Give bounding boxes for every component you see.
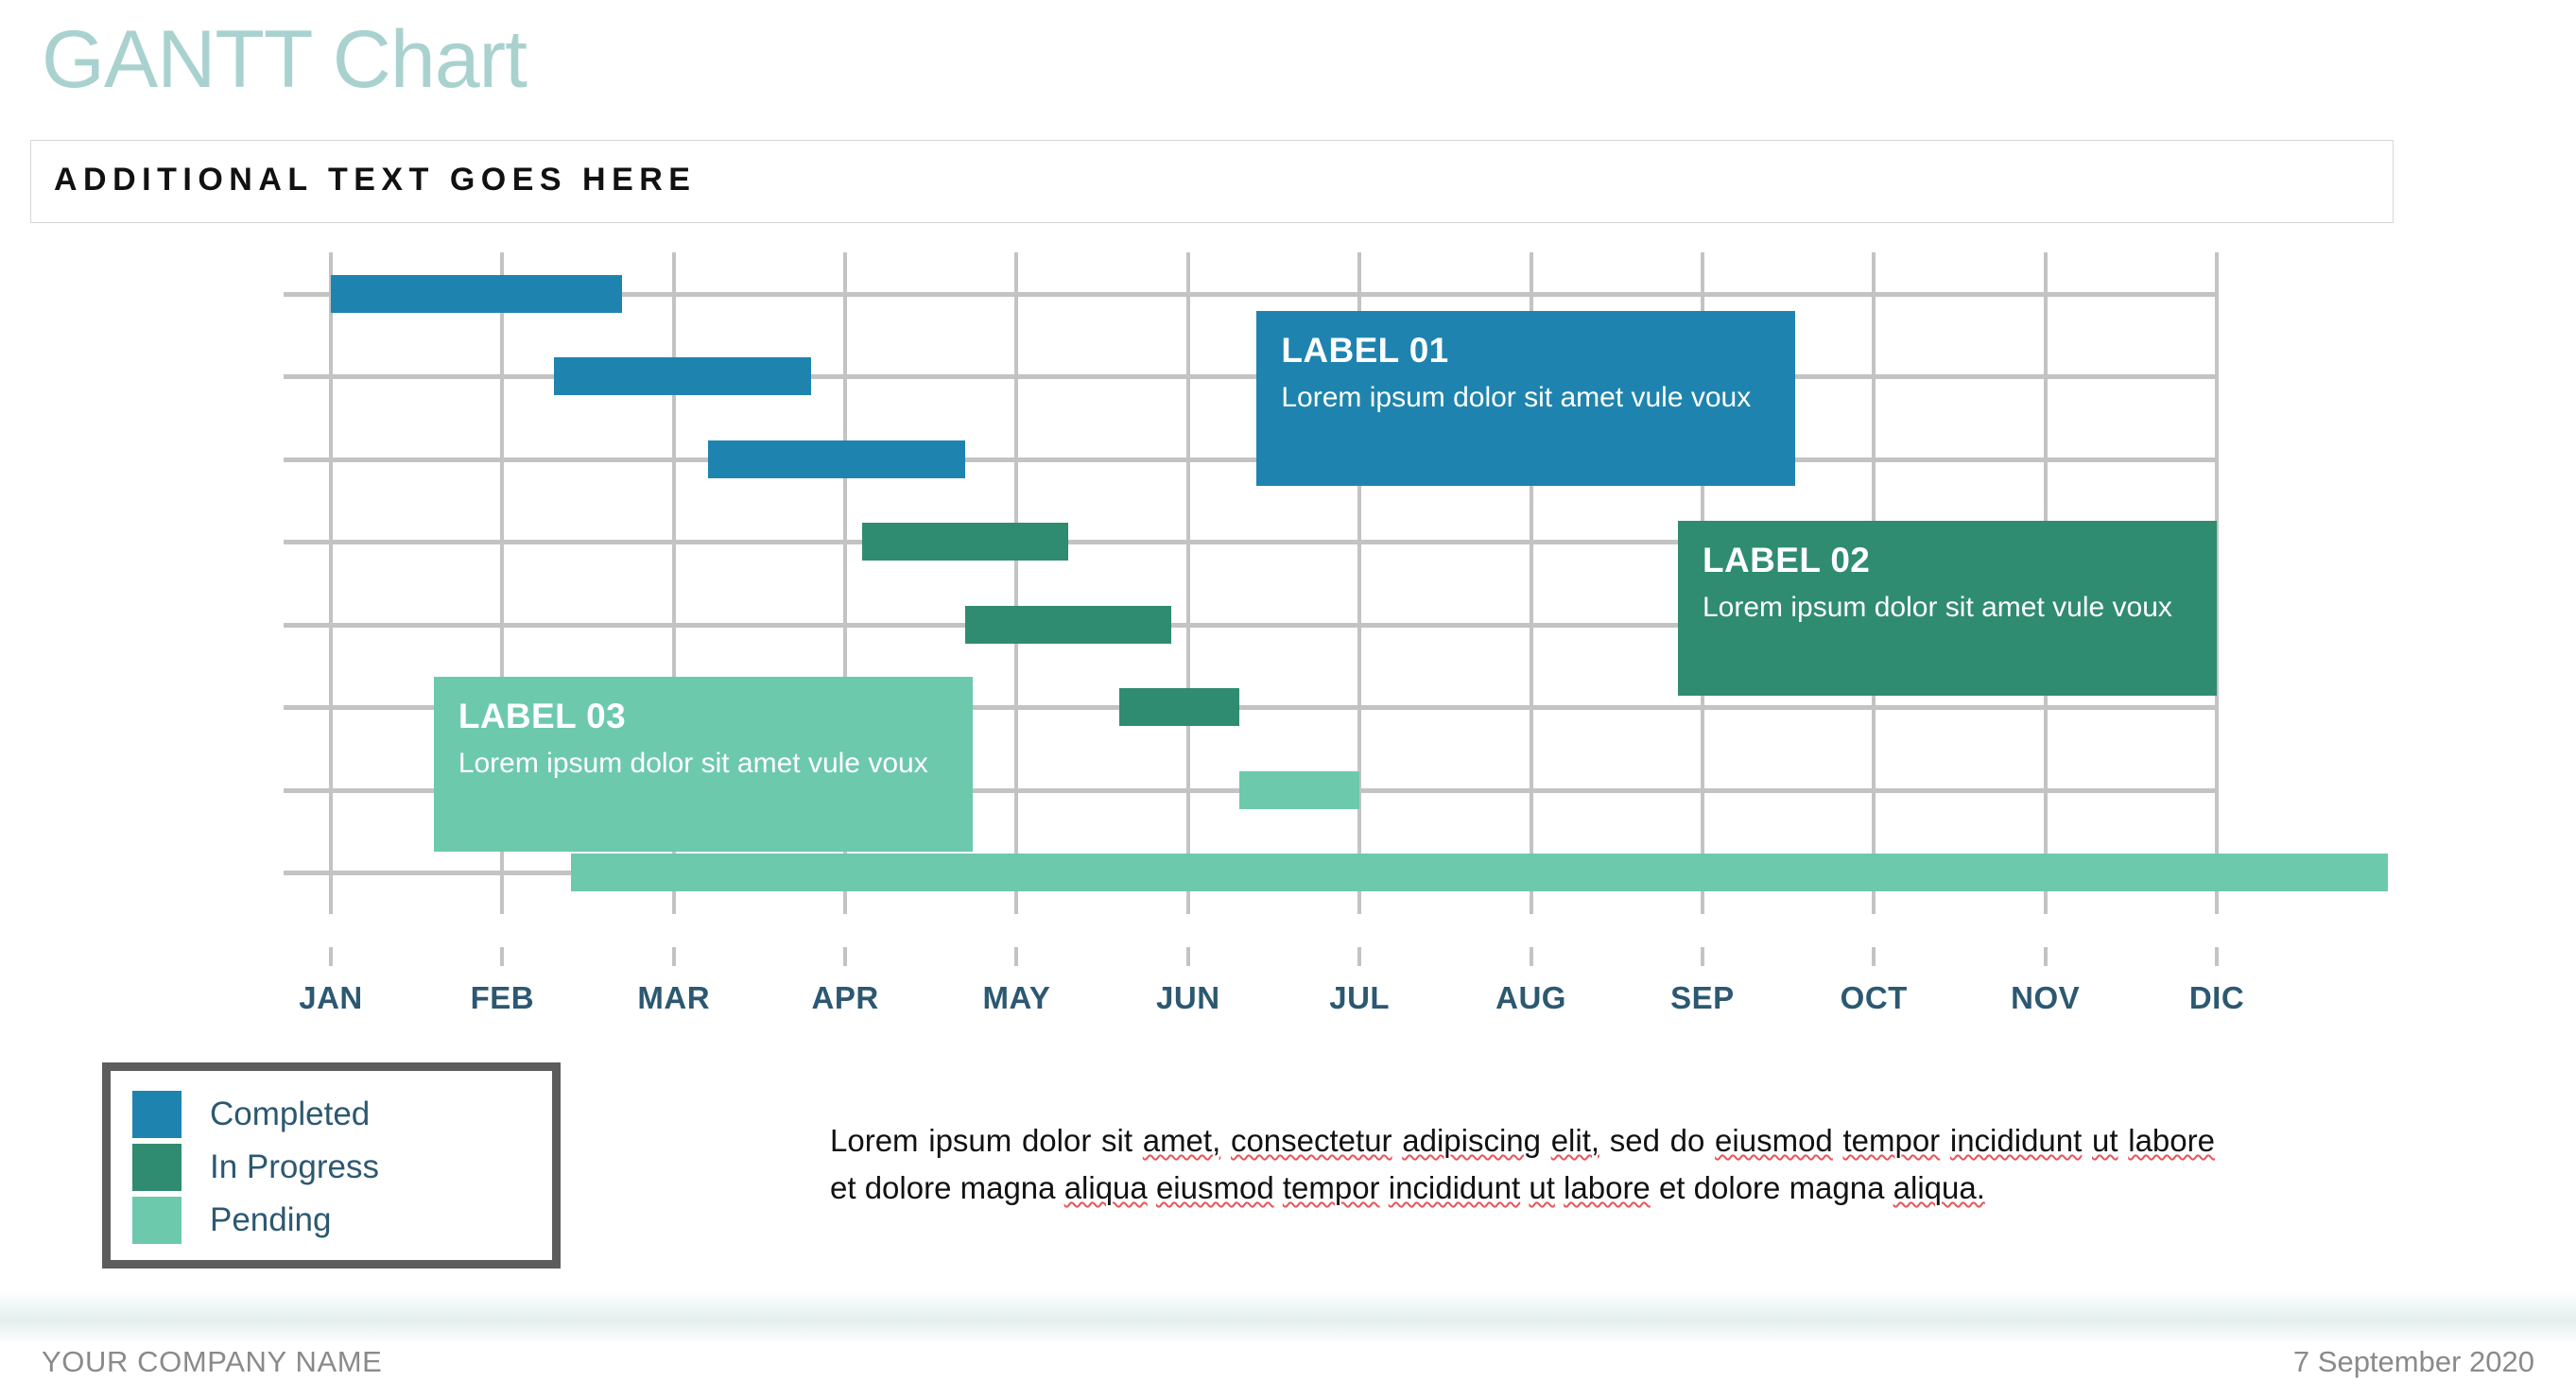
vertical-gridline xyxy=(1185,252,1190,914)
month-label-jan: JAN xyxy=(299,980,363,1015)
paragraph-word: tempor xyxy=(1842,1123,1941,1158)
paragraph-word: do xyxy=(1669,1123,1705,1158)
legend-swatch-icon xyxy=(132,1144,182,1191)
month-label-may: MAY xyxy=(982,980,1051,1015)
paragraph-word: et xyxy=(1658,1170,1686,1205)
paragraph-word: ut xyxy=(2092,1123,2118,1158)
paragraph-word: magna xyxy=(1789,1170,1885,1205)
month-tick xyxy=(1529,947,1533,966)
paragraph-word: aliqua. xyxy=(1893,1170,1985,1205)
month-tick xyxy=(329,947,333,966)
legend-item-pending[interactable]: Pending xyxy=(132,1194,331,1247)
month-label-feb: FEB xyxy=(470,980,535,1015)
legend-swatch-icon xyxy=(132,1197,182,1244)
legend-swatch-icon xyxy=(132,1091,182,1138)
month-tick xyxy=(671,947,676,966)
legend-label: Pending xyxy=(210,1201,332,1238)
paragraph-word: amet, xyxy=(1142,1123,1221,1158)
paragraph-word: magna xyxy=(960,1170,1056,1205)
callout-body: Lorem ipsum dolor sit amet vule voux xyxy=(1703,592,2172,624)
body-paragraph: Lorem ipsum dolor sit amet, consectetur … xyxy=(830,1117,2215,1212)
paragraph-word: tempor xyxy=(1282,1170,1380,1205)
month-label-apr: APR xyxy=(811,980,879,1015)
paragraph-word: dolor xyxy=(1021,1123,1092,1158)
gantt-bar-task-7[interactable] xyxy=(1239,770,1360,809)
paragraph-word: consectetur xyxy=(1230,1123,1392,1158)
legend-label: In Progress xyxy=(210,1148,379,1185)
paragraph-word: ipsum xyxy=(928,1123,1012,1158)
month-label-jun: JUN xyxy=(1156,980,1220,1015)
month-label-dic: DIC xyxy=(2188,980,2245,1015)
month-label-nov: NOV xyxy=(2011,980,2081,1015)
callout-title: LABEL 01 xyxy=(1281,330,1449,370)
gantt-bar-task-4[interactable] xyxy=(862,523,1068,561)
horizontal-gridline xyxy=(284,457,2217,462)
gantt-bar-task-3[interactable] xyxy=(708,440,966,478)
callout-body: Lorem ipsum dolor sit amet vule voux xyxy=(458,748,928,780)
legend-item-in-progress[interactable]: In Progress xyxy=(132,1141,379,1194)
month-label-aug: AUG xyxy=(1495,980,1566,1015)
paragraph-word: sit xyxy=(1101,1123,1133,1158)
paragraph-word: aliqua xyxy=(1063,1170,1148,1205)
callout-label-01[interactable]: LABEL 01 Lorem ipsum dolor sit amet vule … xyxy=(1256,310,1796,486)
gantt-chart: Task 1Task 2Task 3Task 4Task 5Task 6Task… xyxy=(0,241,2576,959)
paragraph-word: ut xyxy=(1529,1170,1555,1205)
paragraph-word: sed xyxy=(1609,1123,1660,1158)
callout-body: Lorem ipsum dolor sit amet vule voux xyxy=(1281,381,1752,413)
additional-text-label: ADDITIONAL TEXT GOES HERE xyxy=(54,162,697,198)
gantt-bar-task-6[interactable] xyxy=(1119,688,1240,727)
paragraph-word: incididunt xyxy=(1949,1123,2083,1158)
paragraph-word: et xyxy=(830,1170,856,1205)
page-title: GANTT Chart xyxy=(42,14,527,105)
callout-label-02[interactable]: LABEL 02 Lorem ipsum dolor sit amet vule … xyxy=(1678,521,2217,697)
gantt-plot-area: Task 1Task 2Task 3Task 4Task 5Task 6Task… xyxy=(284,252,2389,914)
month-tick xyxy=(1185,947,1190,966)
month-label-jul: JUL xyxy=(1329,980,1391,1015)
gantt-bar-task-8[interactable] xyxy=(570,854,2389,892)
paragraph-word: incididunt xyxy=(1388,1170,1521,1205)
footer-gradient-band xyxy=(0,1291,2576,1344)
legend-label: Completed xyxy=(210,1096,371,1132)
paragraph-word: Lorem xyxy=(830,1123,919,1158)
gantt-bar-task-2[interactable] xyxy=(553,357,811,396)
paragraph-word: elit, xyxy=(1550,1123,1600,1158)
paragraph-word: dolore xyxy=(1693,1170,1781,1205)
footer-date: 7 September 2020 xyxy=(2292,1345,2534,1378)
month-tick xyxy=(1014,947,1019,966)
callout-label-03[interactable]: LABEL 03 Lorem ipsum dolor sit amet vule … xyxy=(433,677,973,853)
gantt-bar-task-1[interactable] xyxy=(331,274,623,313)
month-tick xyxy=(1700,947,1704,966)
vertical-gridline xyxy=(1014,252,1019,914)
month-tick xyxy=(1357,947,1362,966)
month-label-mar: MAR xyxy=(637,980,711,1015)
paragraph-word: dolore xyxy=(864,1170,952,1205)
footer-company-name: YOUR COMPANY NAME xyxy=(42,1345,383,1378)
month-tick xyxy=(2043,947,2048,966)
month-tick xyxy=(2215,947,2219,966)
month-tick xyxy=(843,947,848,966)
vertical-gridline xyxy=(329,252,333,914)
chart-legend: Completed In Progress Pending xyxy=(102,1062,561,1269)
month-label-oct: OCT xyxy=(1840,980,1908,1015)
month-axis: JAN FEB MAR APR MAY JUN JUL AUG SEP OCT NOV DIC xyxy=(299,947,2244,1021)
additional-text-box[interactable]: ADDITIONAL TEXT GOES HERE xyxy=(30,140,2394,223)
paragraph-word: adipiscing xyxy=(1402,1123,1541,1158)
callout-title: LABEL 02 xyxy=(1703,541,1871,580)
legend-item-completed[interactable]: Completed xyxy=(132,1088,370,1141)
month-tick xyxy=(1872,947,1876,966)
paragraph-word: labore xyxy=(1564,1170,1651,1205)
paragraph-word: labore xyxy=(2128,1123,2215,1158)
paragraph-word: eiusmod xyxy=(1715,1123,1833,1158)
month-tick xyxy=(500,947,505,966)
paragraph-word: eiusmod xyxy=(1155,1170,1274,1205)
month-label-sep: SEP xyxy=(1670,980,1735,1015)
callout-title: LABEL 03 xyxy=(458,697,627,736)
gantt-bar-task-5[interactable] xyxy=(965,605,1171,644)
